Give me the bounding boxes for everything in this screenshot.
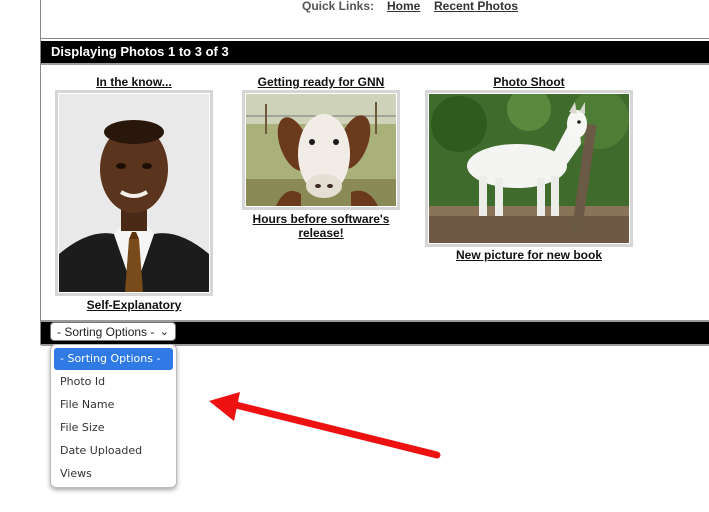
red-arrow-annotation — [209, 392, 441, 459]
